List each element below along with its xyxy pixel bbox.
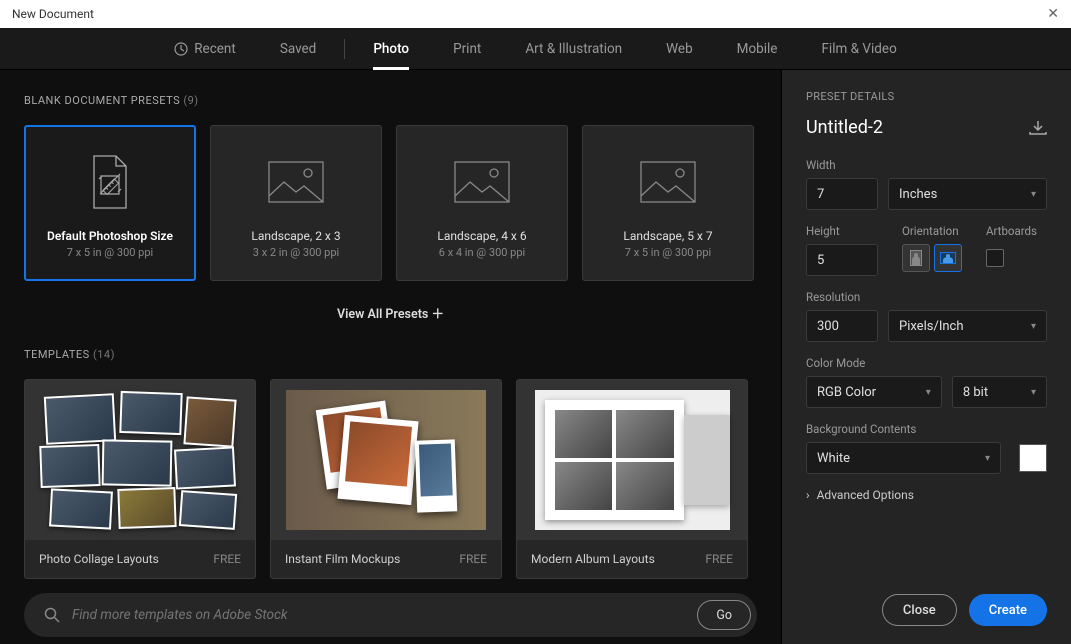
artboards-label: Artboards bbox=[986, 224, 1037, 238]
resolution-input[interactable] bbox=[806, 310, 878, 342]
preset-spec: 7 x 5 in @ 300 ppi bbox=[67, 246, 153, 259]
details-header: PRESET DETAILS bbox=[806, 90, 1047, 103]
chevron-down-icon: ▾ bbox=[926, 387, 931, 398]
width-unit-select[interactable]: Inches ▾ bbox=[888, 178, 1047, 210]
tab-print[interactable]: Print bbox=[431, 28, 503, 70]
template-thumbnail bbox=[517, 380, 747, 540]
resolution-label: Resolution bbox=[806, 290, 1047, 304]
colormode-label: Color Mode bbox=[806, 356, 1047, 370]
advanced-options-toggle[interactable]: Advanced Options bbox=[806, 488, 1047, 502]
image-icon bbox=[640, 147, 696, 217]
tab-label: Web bbox=[666, 41, 693, 57]
orientation-label: Orientation bbox=[902, 224, 962, 238]
tab-film[interactable]: Film & Video bbox=[799, 28, 918, 70]
tab-photo[interactable]: Photo bbox=[351, 28, 431, 70]
preset-landscape-2x3[interactable]: Landscape, 2 x 3 3 x 2 in @ 300 ppi bbox=[210, 125, 382, 281]
tab-saved[interactable]: Saved bbox=[258, 28, 339, 70]
tab-divider bbox=[344, 39, 345, 59]
height-label: Height bbox=[806, 224, 878, 238]
chevron-down-icon: ▾ bbox=[1031, 387, 1036, 398]
preset-details-panel: PRESET DETAILS Width Inches ▾ Height Ori… bbox=[781, 70, 1071, 644]
create-button[interactable]: Create bbox=[969, 594, 1047, 626]
artboards-checkbox[interactable] bbox=[986, 249, 1004, 267]
template-price: FREE bbox=[705, 552, 733, 566]
preset-name: Landscape, 4 x 6 bbox=[437, 229, 526, 243]
preset-landscape-4x6[interactable]: Landscape, 4 x 6 6 x 4 in @ 300 ppi bbox=[396, 125, 568, 281]
preset-landscape-5x7[interactable]: Landscape, 5 x 7 7 x 5 in @ 300 ppi bbox=[582, 125, 754, 281]
tab-web[interactable]: Web bbox=[644, 28, 715, 70]
template-name: Instant Film Mockups bbox=[285, 552, 400, 566]
tab-art[interactable]: Art & Illustration bbox=[503, 28, 644, 70]
templates-header: TEMPLATES (14) bbox=[24, 348, 757, 361]
tab-label: Photo bbox=[373, 41, 409, 57]
preset-spec: 3 x 2 in @ 300 ppi bbox=[253, 246, 339, 259]
orientation-landscape-button[interactable] bbox=[934, 244, 962, 272]
preset-name: Default Photoshop Size bbox=[47, 229, 173, 243]
preset-name: Landscape, 2 x 3 bbox=[251, 229, 340, 243]
document-name-input[interactable] bbox=[806, 117, 1006, 138]
tab-label: Recent bbox=[194, 41, 236, 57]
width-label: Width bbox=[806, 158, 1047, 172]
image-icon bbox=[454, 147, 510, 217]
template-name: Photo Collage Layouts bbox=[39, 552, 159, 566]
preset-spec: 7 x 5 in @ 300 ppi bbox=[625, 246, 711, 259]
search-icon bbox=[44, 607, 60, 623]
template-price: FREE bbox=[459, 552, 487, 566]
chevron-down-icon: ▾ bbox=[985, 453, 990, 464]
tab-label: Saved bbox=[280, 41, 317, 57]
stock-search-input[interactable] bbox=[72, 607, 685, 623]
chevron-down-icon: ▾ bbox=[1031, 321, 1036, 332]
orientation-portrait-button[interactable] bbox=[902, 244, 930, 272]
stock-search-bar: Go bbox=[24, 593, 757, 637]
tab-label: Art & Illustration bbox=[525, 41, 622, 57]
template-price: FREE bbox=[213, 552, 241, 566]
template-thumbnail bbox=[271, 380, 501, 540]
bg-contents-select[interactable]: White ▾ bbox=[806, 442, 1001, 474]
template-modern-album[interactable]: Modern Album Layouts FREE bbox=[516, 379, 748, 579]
tab-mobile[interactable]: Mobile bbox=[715, 28, 800, 70]
preset-name: Landscape, 5 x 7 bbox=[623, 229, 712, 243]
view-all-presets-button[interactable]: View All Presets ＋ bbox=[24, 303, 757, 322]
template-name: Modern Album Layouts bbox=[531, 552, 655, 566]
width-input[interactable] bbox=[806, 178, 878, 210]
image-icon bbox=[268, 147, 324, 217]
tab-label: Film & Video bbox=[821, 41, 896, 57]
tab-label: Print bbox=[453, 41, 481, 57]
category-tabs: Recent Saved Photo Print Art & Illustrat… bbox=[0, 28, 1071, 70]
tab-recent[interactable]: Recent bbox=[152, 28, 258, 70]
stock-search-go-button[interactable]: Go bbox=[697, 600, 751, 630]
window-titlebar: New Document ✕ bbox=[0, 0, 1071, 28]
clock-icon bbox=[174, 42, 188, 56]
template-photo-collage[interactable]: Photo Collage Layouts FREE bbox=[24, 379, 256, 579]
colormode-select[interactable]: RGB Color ▾ bbox=[806, 376, 942, 408]
template-instant-film[interactable]: Instant Film Mockups FREE bbox=[270, 379, 502, 579]
height-input[interactable] bbox=[806, 244, 878, 276]
window-close-icon[interactable]: ✕ bbox=[1047, 6, 1059, 22]
resolution-unit-select[interactable]: Pixels/Inch ▾ bbox=[888, 310, 1047, 342]
bg-color-swatch[interactable] bbox=[1019, 444, 1047, 472]
document-ruler-icon bbox=[88, 147, 132, 217]
save-preset-icon[interactable] bbox=[1029, 121, 1047, 135]
close-button[interactable]: Close bbox=[882, 594, 957, 626]
colordepth-select[interactable]: 8 bit ▾ bbox=[952, 376, 1047, 408]
preset-default-photoshop[interactable]: Default Photoshop Size 7 x 5 in @ 300 pp… bbox=[24, 125, 196, 281]
bg-label: Background Contents bbox=[806, 422, 1047, 436]
chevron-down-icon: ▾ bbox=[1031, 189, 1036, 200]
template-thumbnail bbox=[25, 380, 255, 540]
tab-label: Mobile bbox=[737, 41, 778, 57]
window-title: New Document bbox=[12, 7, 94, 21]
presets-header: BLANK DOCUMENT PRESETS (9) bbox=[24, 94, 757, 107]
plus-icon: ＋ bbox=[431, 307, 444, 322]
preset-spec: 6 x 4 in @ 300 ppi bbox=[439, 246, 525, 259]
